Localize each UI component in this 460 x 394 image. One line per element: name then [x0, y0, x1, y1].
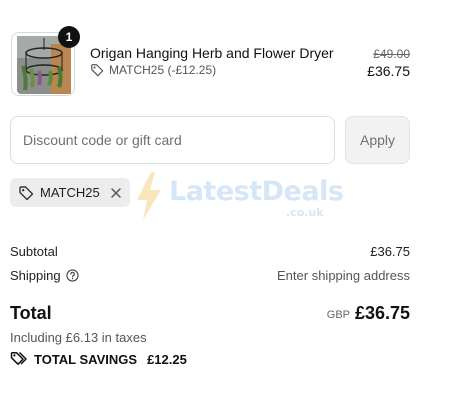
total-value: £36.75	[354, 303, 410, 323]
shipping-label: Shipping	[10, 268, 61, 283]
product-discount-label: MATCH25 (-£12.25)	[109, 63, 217, 77]
subtotal-label: Subtotal	[10, 244, 58, 259]
applied-discount-chip: MATCH25	[10, 178, 130, 207]
remove-code-button[interactable]	[110, 187, 122, 199]
original-price: £49.00	[373, 47, 410, 61]
question-circle-icon[interactable]	[65, 269, 79, 282]
lightning-bolt-icon	[137, 172, 161, 220]
quantity-badge: 1	[58, 26, 80, 48]
total-currency: GBP	[326, 309, 350, 321]
shipping-value: Enter shipping address	[277, 268, 410, 283]
watermark-brand: LatestDeals	[169, 176, 344, 207]
watermark-logo: LatestDeals .co.uk	[133, 172, 344, 220]
apply-button[interactable]: Apply	[345, 116, 410, 164]
tags-icon	[10, 351, 27, 365]
shipping-label-row: Shipping	[10, 268, 79, 283]
discount-code-input[interactable]	[10, 116, 335, 164]
savings-value: £12.25	[147, 351, 187, 367]
product-discount: MATCH25 (-£12.25)	[90, 63, 216, 77]
savings-label: TOTAL SAVINGS	[34, 351, 138, 367]
total-label: Total	[10, 303, 52, 323]
close-icon	[111, 187, 121, 198]
subtotal-value: £36.75	[370, 244, 410, 259]
product-name: Origan Hanging Herb and Flower Dryer	[90, 45, 334, 61]
product-price: £36.75	[367, 63, 410, 79]
tag-icon	[19, 185, 34, 200]
order-summary: 1 Origan Hanging Herb and Flower Dryer M…	[0, 0, 460, 394]
applied-code-label: MATCH25	[40, 185, 100, 200]
tag-icon	[91, 64, 104, 77]
total-savings: TOTAL SAVINGS £12.25	[10, 351, 187, 367]
taxes-note: Including £6.13 in taxes	[10, 330, 147, 345]
watermark-suffix: .co.uk	[286, 206, 324, 219]
product-thumbnail: 1	[11, 26, 80, 96]
